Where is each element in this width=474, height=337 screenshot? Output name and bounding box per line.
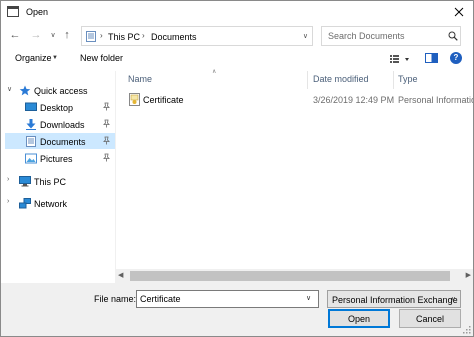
dialog-footer: File name: ∨ Personal Information Exchan… xyxy=(1,283,473,336)
address-bar[interactable]: › This PC › Documents ∨ xyxy=(81,26,313,46)
address-dropdown-icon[interactable]: ∨ xyxy=(303,32,308,40)
nav-item-downloads[interactable]: Downloads xyxy=(5,116,115,132)
nav-item-desktop[interactable]: Desktop xyxy=(5,99,115,115)
resize-grip-icon[interactable] xyxy=(463,326,471,334)
nav-item-this-pc[interactable]: › This PC xyxy=(5,173,115,189)
column-divider[interactable] xyxy=(307,71,308,89)
preview-pane-icon[interactable] xyxy=(425,52,438,64)
column-divider[interactable] xyxy=(393,71,394,89)
navigation-pane: ∨ Quick access Desktop Downloads Documen… xyxy=(1,71,115,283)
nav-item-network[interactable]: › Network xyxy=(5,195,115,211)
computer-icon xyxy=(19,176,31,187)
documents-icon xyxy=(26,136,36,147)
pin-icon[interactable] xyxy=(102,119,111,128)
pane-divider[interactable] xyxy=(115,71,116,283)
pin-icon[interactable] xyxy=(102,102,111,111)
file-type-value: Personal Information Exchange xyxy=(332,295,458,305)
navigation-bar: ← → ∨ ↑ › This PC › Documents ∨ xyxy=(1,23,473,47)
search-input[interactable] xyxy=(321,26,461,46)
window-title: Open xyxy=(26,7,49,17)
back-arrow-icon[interactable]: ← xyxy=(8,28,22,42)
command-toolbar: Organize ▼ New folder ? xyxy=(1,49,473,69)
forward-arrow-icon[interactable]: → xyxy=(29,28,43,42)
new-folder-button[interactable]: New folder xyxy=(80,53,123,63)
nav-item-label: This PC xyxy=(34,177,67,187)
cancel-button[interactable]: Cancel xyxy=(399,309,461,328)
search-icon xyxy=(448,31,458,41)
pin-icon[interactable] xyxy=(102,136,111,145)
column-header-name[interactable]: Name xyxy=(128,74,152,90)
recent-locations-chevron-icon[interactable]: ∨ xyxy=(46,28,60,42)
file-name-input[interactable] xyxy=(136,290,319,308)
nav-item-quick-access[interactable]: ∨ Quick access xyxy=(5,82,115,98)
type-cell: Personal Informatio xyxy=(398,95,473,105)
scroll-right-icon[interactable]: ▶ xyxy=(466,271,471,279)
nav-item-documents[interactable]: Documents xyxy=(5,133,115,149)
file-row[interactable]: Certificate 3/26/2019 12:49 PM Personal … xyxy=(121,91,473,107)
documents-location-icon xyxy=(86,31,96,42)
date-modified-cell: 3/26/2019 12:49 PM xyxy=(313,95,395,105)
title-bar: Open xyxy=(1,1,473,23)
nav-item-label: Documents xyxy=(40,137,86,147)
file-type-select[interactable]: Personal Information Exchange ∨ xyxy=(327,290,461,308)
breadcrumb-separator-icon[interactable]: › xyxy=(142,31,145,40)
pictures-icon xyxy=(25,153,37,164)
breadcrumb-documents[interactable]: Documents xyxy=(151,32,197,42)
expanded-chevron-icon[interactable]: ∨ xyxy=(7,85,12,93)
network-icon xyxy=(19,198,31,209)
change-view-icon[interactable] xyxy=(389,53,413,65)
collapsed-chevron-icon[interactable]: › xyxy=(7,198,9,205)
up-arrow-icon[interactable]: ↑ xyxy=(60,28,74,42)
file-name-label: File name: xyxy=(94,294,137,304)
file-type-dropdown-icon[interactable]: ∨ xyxy=(451,295,456,303)
breadcrumb-this-pc[interactable]: This PC xyxy=(108,32,140,42)
certificate-icon xyxy=(129,93,140,106)
file-name-dropdown-icon[interactable]: ∨ xyxy=(306,294,311,302)
desktop-icon xyxy=(25,102,37,111)
app-icon xyxy=(7,6,19,17)
scroll-left-icon[interactable]: ◀ xyxy=(118,271,123,279)
organize-button[interactable]: Organize xyxy=(15,53,52,63)
close-icon[interactable] xyxy=(451,4,467,20)
horizontal-scrollbar[interactable]: ◀ ▶ xyxy=(116,269,473,283)
download-arrow-icon xyxy=(26,119,36,130)
nav-item-label: Downloads xyxy=(40,120,85,130)
nav-item-pictures[interactable]: Pictures xyxy=(5,150,115,166)
nav-item-label: Pictures xyxy=(40,154,73,164)
column-header-date-modified[interactable]: Date modified xyxy=(313,74,369,90)
pin-icon[interactable] xyxy=(102,153,111,162)
open-file-dialog: Open ← → ∨ ↑ › This PC › Documents ∨ Sea… xyxy=(0,0,474,337)
breadcrumb-separator-icon[interactable]: › xyxy=(100,31,103,40)
star-icon xyxy=(19,85,31,96)
nav-item-label: Network xyxy=(34,199,68,209)
nav-item-label: Quick access xyxy=(34,86,88,96)
collapsed-chevron-icon[interactable]: › xyxy=(7,176,9,183)
organize-dropdown-icon[interactable]: ▼ xyxy=(52,55,58,61)
scrollbar-thumb[interactable] xyxy=(130,271,450,281)
open-button[interactable]: Open xyxy=(328,309,390,328)
file-name-cell: Certificate xyxy=(143,95,184,105)
column-header-type[interactable]: Type xyxy=(398,74,418,90)
help-icon[interactable]: ? xyxy=(450,52,462,64)
nav-item-label: Desktop xyxy=(40,103,74,113)
sort-ascending-icon: ∧ xyxy=(212,69,217,75)
